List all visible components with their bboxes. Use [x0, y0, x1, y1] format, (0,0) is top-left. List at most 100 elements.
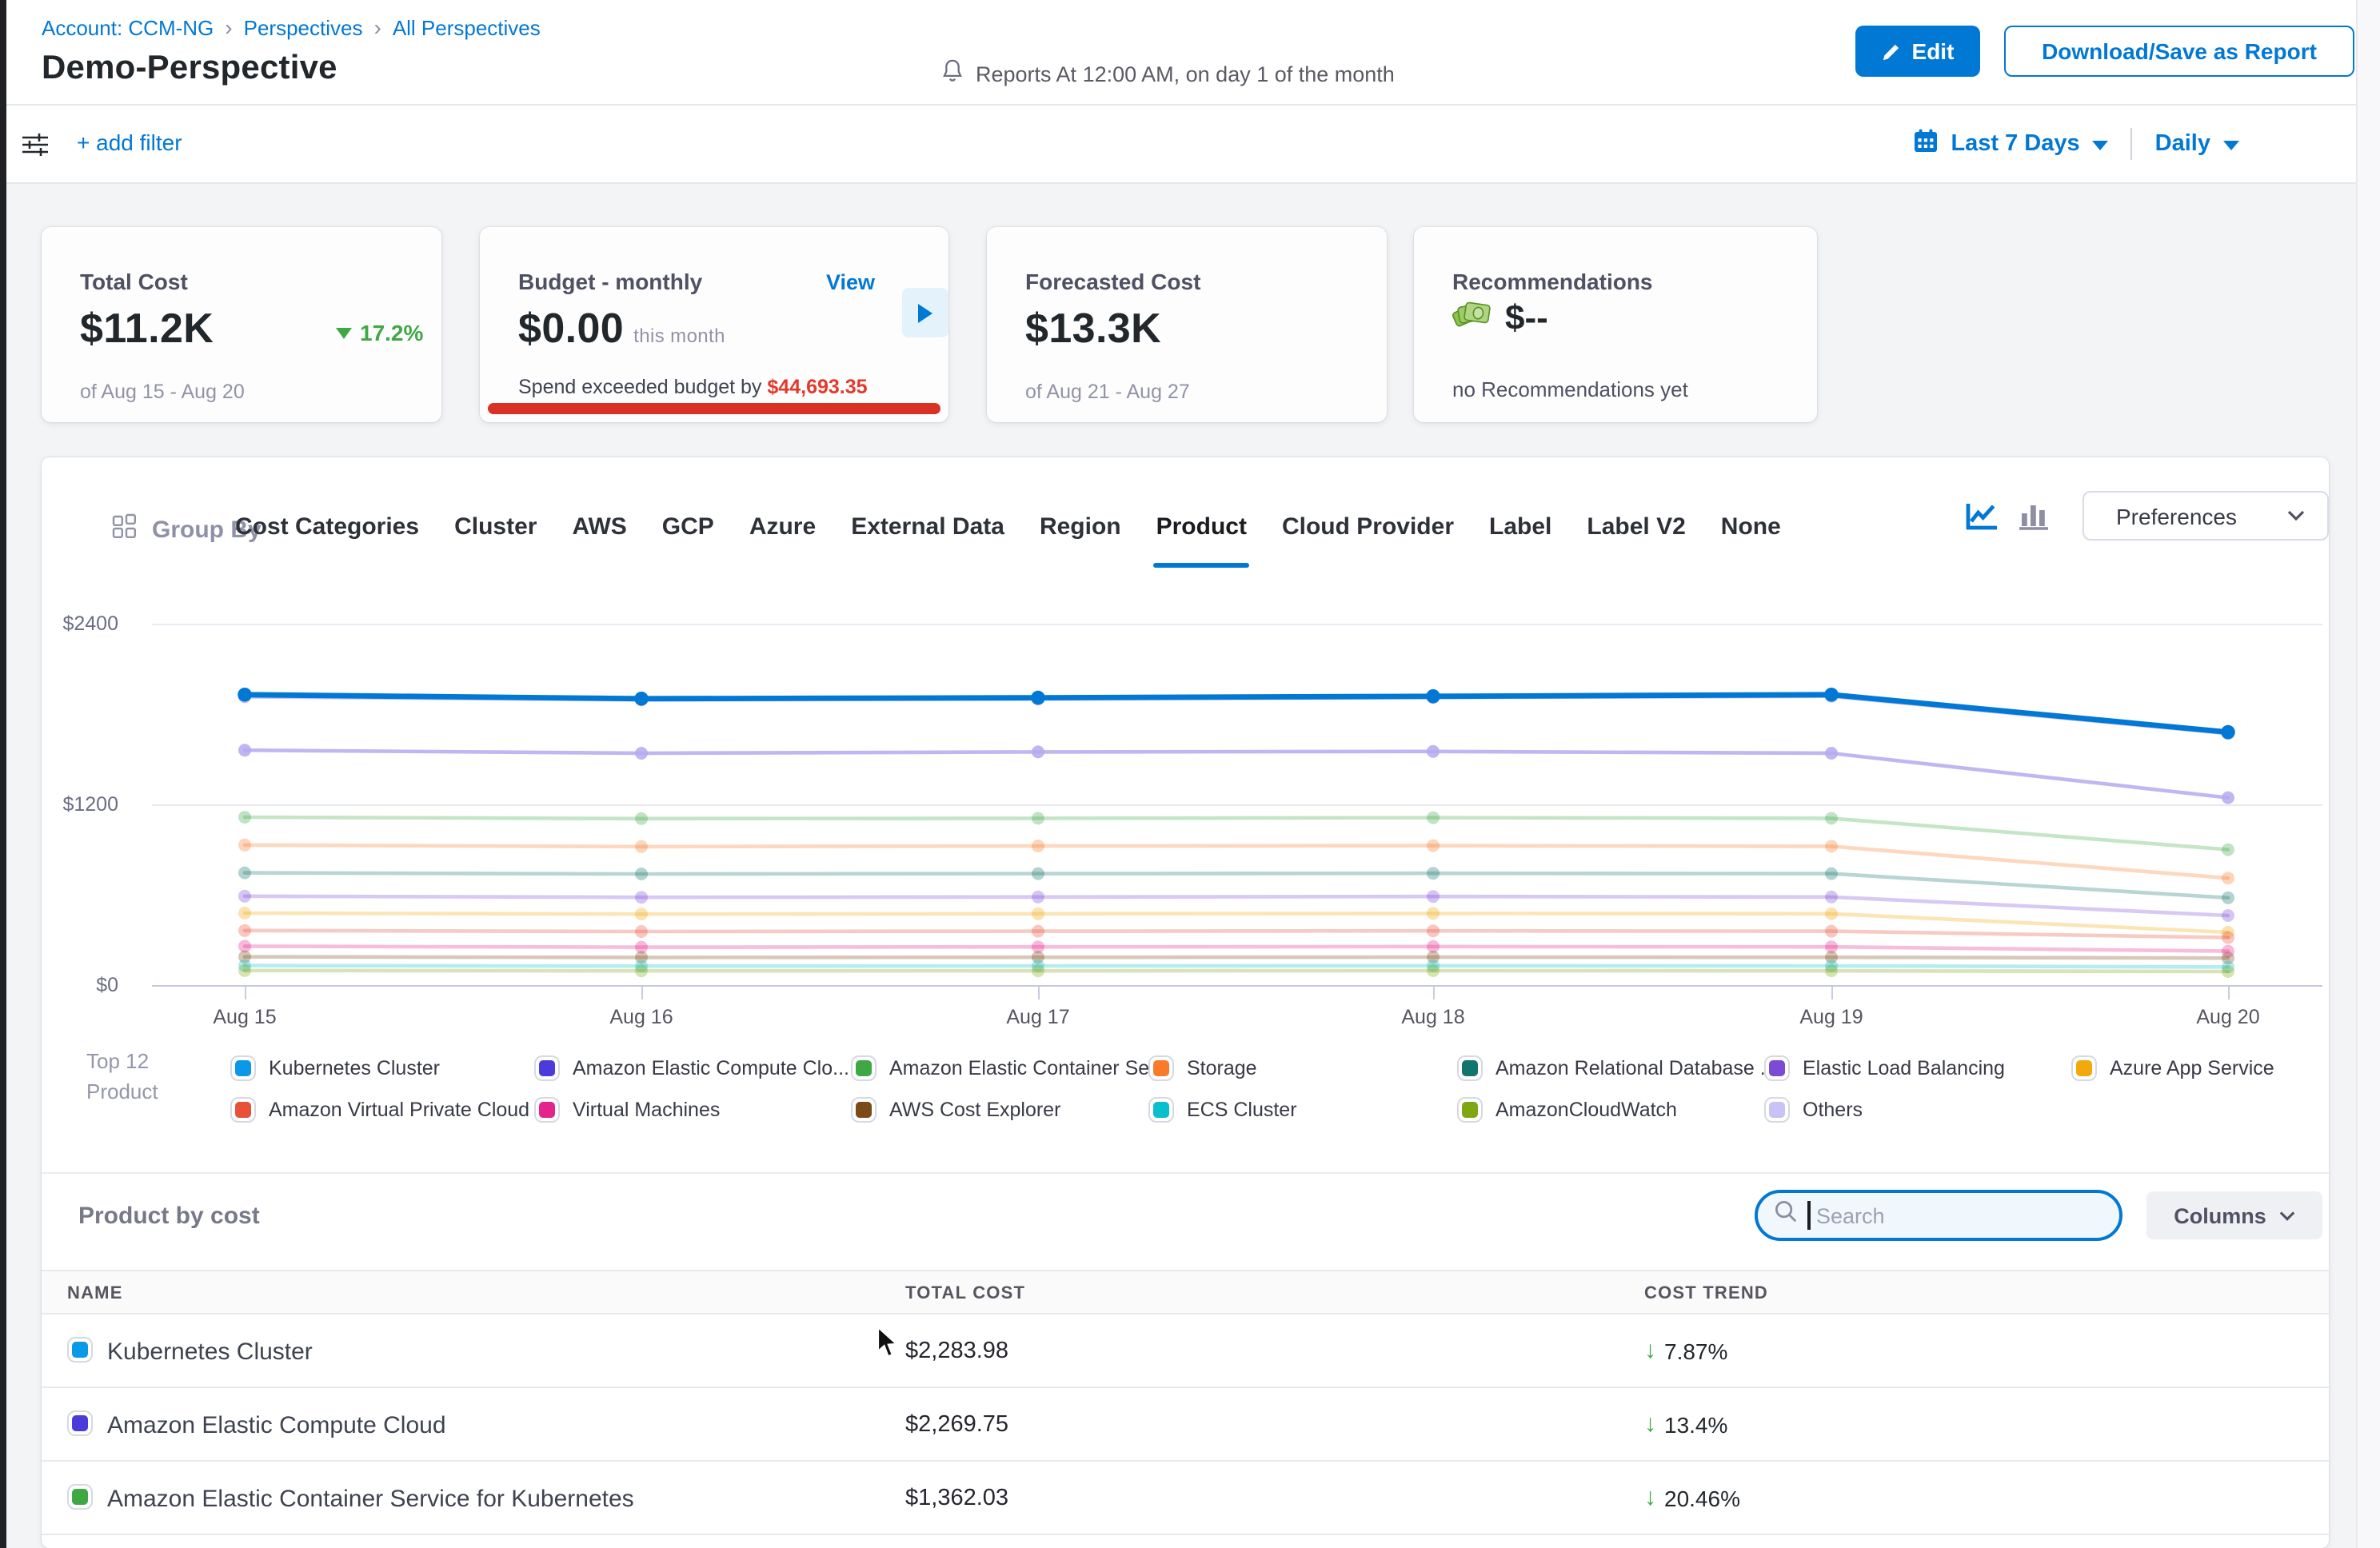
triangle-right-icon	[918, 303, 932, 322]
chevron-down-icon	[2279, 1210, 2295, 1221]
filter-sliders-icon[interactable]	[22, 133, 48, 165]
tab-none[interactable]: None	[1721, 513, 1781, 557]
tab-cost-categories[interactable]: Cost Categories	[235, 513, 419, 557]
date-range-selector[interactable]: Last 7 Days	[1951, 131, 2079, 157]
chevron-down-icon	[2287, 510, 2305, 521]
card-title: Recommendations	[1452, 269, 1653, 294]
data-point-storage	[238, 839, 251, 852]
legend-item-others[interactable]: Others	[1764, 1097, 1863, 1123]
legend-item-amazoncloudwatch[interactable]: AmazonCloudWatch	[1457, 1097, 1677, 1123]
tab-label-v2[interactable]: Label V2	[1587, 513, 1685, 557]
data-point-kubernetes-cluster	[1031, 691, 1045, 705]
download-save-report-button[interactable]: Download/Save as Report	[2004, 26, 2354, 77]
legend-item-azure-app-service[interactable]: Azure App Service	[2071, 1055, 2274, 1081]
data-point-kubernetes-cluster	[2221, 725, 2235, 740]
data-point-amazon-elastic-container-service-for-kubernetes	[2222, 844, 2234, 856]
legend-item-amazon-virtual-private-cloud[interactable]: Amazon Virtual Private Cloud	[230, 1097, 529, 1123]
granularity-selector[interactable]: Daily	[2155, 131, 2210, 157]
legend-label: Amazon Virtual Private Cloud	[269, 1099, 529, 1121]
column-header-name[interactable]: NAME	[67, 1284, 123, 1303]
tab-aws[interactable]: AWS	[572, 513, 626, 557]
data-point-amazon-elastic-container-service-for-kubernetes	[1427, 812, 1440, 824]
legend-swatch	[534, 1097, 560, 1123]
budget-progress-bar	[488, 403, 940, 414]
preferences-dropdown[interactable]: Preferences	[2082, 491, 2329, 541]
breadcrumb-all-perspectives[interactable]: All Perspectives	[393, 15, 541, 39]
tab-azure[interactable]: Azure	[749, 513, 816, 557]
data-point-azure-app-service	[238, 907, 251, 920]
columns-dropdown[interactable]: Columns	[2146, 1191, 2322, 1239]
budget-value-suffix: this month	[633, 325, 725, 347]
data-point-storage	[1427, 840, 1440, 852]
data-point-amazon-virtual-private-cloud	[1032, 925, 1044, 938]
x-tick-label: Aug 18	[1377, 1006, 1489, 1028]
tab-product[interactable]: Product	[1156, 513, 1247, 557]
divider	[2131, 128, 2133, 160]
table-row-amazon-elastic-compute-cloud[interactable]: Amazon Elastic Compute Cloud $2,269.75 ↓ 13…	[42, 1388, 2329, 1462]
data-point-amazoncloudwatch	[238, 964, 251, 977]
tab-region[interactable]: Region	[1040, 513, 1121, 557]
trend-percent: 20.46%	[1664, 1485, 1740, 1510]
divider	[42, 1172, 2329, 1174]
data-point-kubernetes-cluster	[1426, 689, 1440, 704]
tab-gcp[interactable]: GCP	[662, 513, 714, 557]
budget-expand-button[interactable]	[902, 288, 948, 337]
tab-label[interactable]: Label	[1489, 513, 1551, 557]
edit-button[interactable]: Edit	[1855, 26, 1980, 77]
table-header-row: NAME TOTAL COST COST TREND	[42, 1270, 2329, 1315]
column-header-total-cost[interactable]: TOTAL COST	[905, 1284, 1025, 1303]
trend-percent: 13.4%	[1664, 1411, 1727, 1437]
legend-item-ecs-cluster[interactable]: ECS Cluster	[1148, 1097, 1297, 1123]
line-chart-toggle-icon[interactable]	[1966, 502, 1998, 539]
breadcrumb-account[interactable]: Account: CCM-NG	[42, 15, 214, 39]
tab-cloud-provider[interactable]: Cloud Provider	[1282, 513, 1454, 557]
data-point-kubernetes-cluster	[238, 688, 252, 702]
tab-cluster[interactable]: Cluster	[454, 513, 537, 557]
trend-down-arrow-icon: ↓	[1644, 1410, 1656, 1438]
add-filter-link[interactable]: + add filter	[77, 130, 182, 155]
legend-swatch	[534, 1055, 560, 1081]
table-row-amazon-elastic-container-service-for-kubernetes[interactable]: Amazon Elastic Container Service for Kub…	[42, 1462, 2329, 1535]
series-line-amazon-virtual-private-cloud	[245, 931, 2228, 938]
legend-item-elastic-load-balancing[interactable]: Elastic Load Balancing	[1764, 1055, 2005, 1081]
series-line-amazon-relational-database-service	[245, 873, 2228, 898]
legend-item-kubernetes-cluster[interactable]: Kubernetes Cluster	[230, 1055, 440, 1081]
legend-item-amazon-elastic-container-se[interactable]: Amazon Elastic Container Se...	[851, 1055, 1166, 1081]
data-point-others	[1427, 745, 1440, 758]
legend-swatch	[230, 1097, 256, 1123]
legend-item-amazon-elastic-compute-clo[interactable]: Amazon Elastic Compute Clo...	[534, 1055, 849, 1081]
collapsed-sidebar-edge	[0, 0, 6, 1548]
legend-swatch	[2071, 1055, 2097, 1081]
tab-external-data[interactable]: External Data	[851, 513, 1004, 557]
breadcrumb-perspectives[interactable]: Perspectives	[244, 15, 363, 39]
series-line-aws-cost-explorer	[245, 957, 2228, 959]
bell-icon	[940, 58, 964, 90]
legend-item-aws-cost-explorer[interactable]: AWS Cost Explorer	[851, 1097, 1060, 1123]
total-cost-value: $2,269.75	[905, 1412, 1008, 1438]
product-name: Amazon Elastic Compute Cloud	[107, 1412, 446, 1439]
budget-view-link[interactable]: View	[826, 270, 875, 294]
scrollbar-track[interactable]	[2356, 0, 2380, 1548]
data-point-elastic-load-balancing	[2222, 909, 2234, 922]
legend-label: Amazon Elastic Compute Clo...	[573, 1057, 849, 1079]
table-body: Kubernetes Cluster$2,283.98↓7.87%Amazon …	[42, 1315, 2329, 1535]
x-tick-label: Aug 17	[982, 1006, 1094, 1028]
breadcrumb: Account: CCM-NG › Perspectives › All Per…	[42, 14, 541, 40]
search-input[interactable]	[1816, 1203, 2088, 1227]
legend-item-virtual-machines[interactable]: Virtual Machines	[534, 1097, 720, 1123]
y-tick-label: $2400	[22, 612, 118, 635]
chevron-down-icon[interactable]	[2093, 141, 2109, 150]
data-point-amazon-virtual-private-cloud	[1427, 924, 1440, 937]
legend-item-amazon-relational-database[interactable]: Amazon Relational Database ...	[1457, 1055, 1777, 1081]
chevron-down-icon[interactable]	[2223, 141, 2239, 150]
group-by-tabs: Cost Categories Cluster AWS GCP Azure Externa…	[235, 513, 1781, 557]
legend-item-storage[interactable]: Storage	[1148, 1055, 1257, 1081]
bar-chart-toggle-icon[interactable]	[2019, 502, 2049, 539]
row-color-swatch	[67, 1410, 93, 1436]
data-point-others	[635, 747, 648, 760]
series-line-ecs-cluster	[245, 966, 2228, 967]
column-header-cost-trend[interactable]: COST TREND	[1644, 1284, 1768, 1303]
row-color-swatch	[67, 1337, 93, 1362]
table-row-kubernetes-cluster[interactable]: Kubernetes Cluster$2,283.98↓7.87%	[42, 1315, 2329, 1388]
legend-swatch	[1764, 1097, 1790, 1123]
